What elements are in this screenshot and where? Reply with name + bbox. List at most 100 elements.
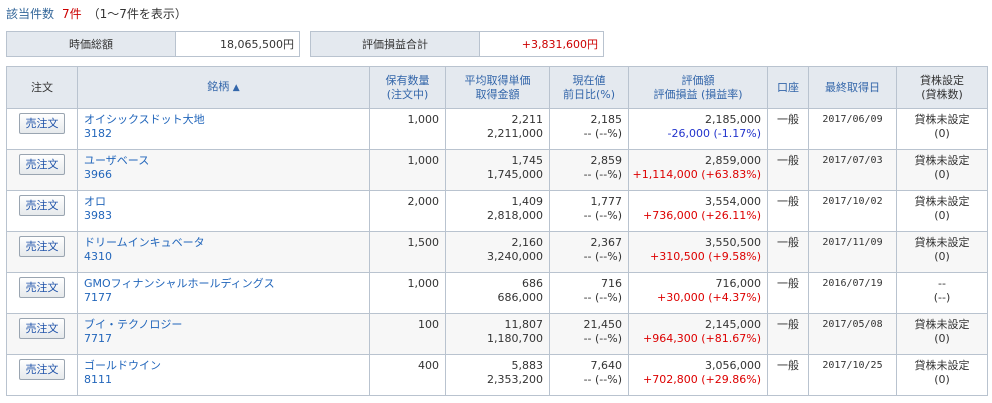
last-acquired-date: 2017/10/25: [808, 354, 897, 396]
valuation-cell: 716,000 +30,000 (+4.37%): [628, 272, 768, 314]
header-last-acquired[interactable]: 最終取得日: [808, 66, 897, 109]
quantity-cell: 2,000: [369, 190, 446, 232]
lending-status: 貸株未設定: [914, 113, 970, 126]
lending-cell: -- (--): [896, 272, 988, 314]
table-row: 売注文 オロ 3983 2,000 1,409 2,818,000 1,777 -- (--%…: [6, 190, 988, 232]
quantity-cell: 1,000: [369, 108, 446, 150]
average-price: 1,745: [511, 154, 544, 167]
cost-cell: 2,160 3,240,000: [445, 231, 550, 273]
sell-order-button[interactable]: 売注文: [19, 195, 65, 216]
lending-status: 貸株未設定: [914, 236, 970, 249]
acquisition-cost: 686,000: [497, 291, 544, 304]
order-cell: 売注文: [6, 190, 78, 232]
profit-loss: +964,300 (+81.67%): [643, 332, 761, 345]
quantity-cell: 400: [369, 354, 446, 396]
lending-status: 貸株未設定: [914, 318, 970, 331]
stock-cell: ユーザベース 3966: [77, 149, 370, 191]
cost-cell: 5,883 2,353,200: [445, 354, 550, 396]
header-valuation[interactable]: 評価額 評価損益 (損益率): [628, 66, 768, 109]
stock-name-link[interactable]: ブイ・テクノロジー: [84, 318, 369, 332]
lending-quantity: (0): [934, 168, 950, 181]
order-cell: 売注文: [6, 231, 78, 273]
stock-name-link[interactable]: ドリームインキュベータ: [84, 236, 369, 250]
last-acquired-date: 2017/07/03: [808, 149, 897, 191]
stock-name-link[interactable]: GMOフィナンシャルホールディングス: [84, 277, 369, 291]
sell-order-button[interactable]: 売注文: [19, 154, 65, 175]
profit-loss: +736,000 (+26.11%): [643, 209, 761, 222]
current-price: 2,185: [590, 113, 623, 126]
sell-order-button[interactable]: 売注文: [19, 113, 65, 134]
stock-code: 8111: [84, 373, 112, 386]
lending-status: 貸株未設定: [914, 359, 970, 372]
account-type: 一般: [767, 272, 809, 314]
lending-cell: 貸株未設定 (0): [896, 190, 988, 232]
order-cell: 売注文: [6, 313, 78, 355]
sell-order-button[interactable]: 売注文: [19, 318, 65, 339]
header-order: 注文: [6, 66, 78, 109]
stock-cell: オイシックスドット大地 3182: [77, 108, 370, 150]
table-header-row: 注文 銘柄 ▲ 保有数量 (注文中) 平均取得単価 取得金額 現在値 前日比(%) 評…: [6, 66, 988, 109]
quantity-cell: 100: [369, 313, 446, 355]
lending-cell: 貸株未設定 (0): [896, 313, 988, 355]
header-average-cost[interactable]: 平均取得単価 取得金額: [445, 66, 550, 109]
lending-cell: 貸株未設定 (0): [896, 354, 988, 396]
lending-cell: 貸株未設定 (0): [896, 108, 988, 150]
result-count-label: 該当件数: [6, 7, 55, 21]
cost-cell: 686 686,000: [445, 272, 550, 314]
average-price: 2,160: [511, 236, 544, 249]
acquisition-cost: 2,818,000: [487, 209, 543, 222]
stock-code: 3983: [84, 209, 112, 222]
lending-status: 貸株未設定: [914, 195, 970, 208]
daily-change: -- (--%): [583, 127, 622, 140]
quantity-cell: 1,500: [369, 231, 446, 273]
price-cell: 7,640 -- (--%): [549, 354, 629, 396]
profit-loss-total: +3,831,600円: [480, 32, 603, 56]
quantity: 1,000: [407, 154, 440, 167]
market-value: 2,859,000: [705, 154, 761, 167]
stock-name-link[interactable]: ユーザベース: [84, 154, 369, 168]
valuation-cell: 2,185,000 -26,000 (-1.17%): [628, 108, 768, 150]
stock-name-link[interactable]: オイシックスドット大地: [84, 113, 369, 127]
average-price: 11,807: [504, 318, 544, 331]
stock-cell: ドリームインキュベータ 4310: [77, 231, 370, 273]
quantity-cell: 1,000: [369, 272, 446, 314]
cost-cell: 2,211 2,211,000: [445, 108, 550, 150]
header-name-sort[interactable]: 銘柄 ▲: [77, 66, 370, 109]
market-value: 716,000: [715, 277, 762, 290]
order-cell: 売注文: [6, 354, 78, 396]
sell-order-button[interactable]: 売注文: [19, 359, 65, 380]
market-value: 3,554,000: [705, 195, 761, 208]
header-current-price[interactable]: 現在値 前日比(%): [549, 66, 629, 109]
price-cell: 2,367 -- (--%): [549, 231, 629, 273]
order-cell: 売注文: [6, 272, 78, 314]
lending-quantity: (0): [934, 332, 950, 345]
sell-order-button[interactable]: 売注文: [19, 236, 65, 257]
lending-status: --: [938, 277, 946, 290]
stock-code: 7177: [84, 291, 112, 304]
table-row: 売注文 GMOフィナンシャルホールディングス 7177 1,000 686 686,000…: [6, 272, 988, 314]
market-value: 3,056,000: [705, 359, 761, 372]
daily-change: -- (--%): [583, 209, 622, 222]
account-type: 一般: [767, 231, 809, 273]
stock-name-link[interactable]: ゴールドウイン: [84, 359, 369, 373]
market-value: 2,185,000: [705, 113, 761, 126]
sort-ascending-icon: ▲: [232, 83, 240, 93]
daily-change: -- (--%): [583, 250, 622, 263]
profit-loss: +1,114,000 (+63.83%): [632, 168, 761, 181]
stock-cell: ゴールドウイン 8111: [77, 354, 370, 396]
current-price: 2,859: [590, 154, 623, 167]
account-type: 一般: [767, 190, 809, 232]
daily-change: -- (--%): [583, 168, 622, 181]
daily-change: -- (--%): [583, 373, 622, 386]
header-quantity[interactable]: 保有数量 (注文中): [369, 66, 446, 109]
header-account[interactable]: 口座: [767, 66, 809, 109]
market-value-total: 18,065,500円: [176, 32, 299, 56]
stock-name-link[interactable]: オロ: [84, 195, 369, 209]
lending-quantity: (0): [934, 250, 950, 263]
sell-order-button[interactable]: 売注文: [19, 277, 65, 298]
account-type: 一般: [767, 108, 809, 150]
quantity: 400: [418, 359, 439, 372]
result-range: （1〜7件を表示）: [87, 7, 187, 21]
current-price: 2,367: [590, 236, 623, 249]
market-value-label: 時価総額: [7, 32, 176, 56]
